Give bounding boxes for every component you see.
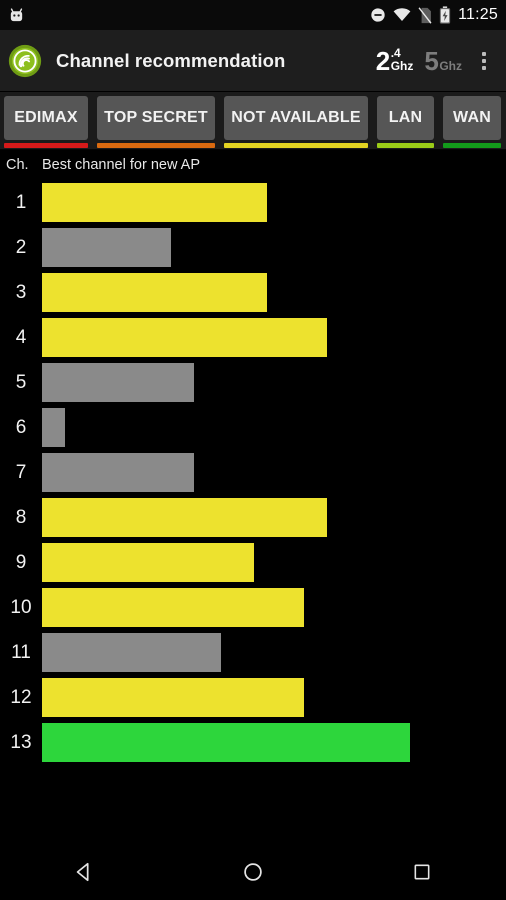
overflow-dot xyxy=(482,51,486,56)
channel-number-label: 2 xyxy=(15,236,27,258)
tab-color-underline xyxy=(377,143,434,148)
chart-title: Best channel for new AP xyxy=(42,157,200,173)
channel-quality-bar xyxy=(42,588,305,627)
channel-rows: 1 2 3 4 5 6 7 8 9 10 11 12 13 xyxy=(0,180,506,765)
status-bar-clock: 11:25 xyxy=(458,6,498,23)
no-sim-icon xyxy=(418,6,432,24)
channel-quality-bar xyxy=(42,408,65,447)
channel-row: 5 xyxy=(0,360,506,405)
tab-button[interactable]: WAN xyxy=(443,96,501,140)
channel-number-label: 1 xyxy=(15,191,27,213)
band-switch: 2 .4 Ghz 5 Ghz xyxy=(375,45,462,76)
channel-number-label: 3 xyxy=(15,281,27,303)
tab-label: TOP SECRET xyxy=(104,109,208,126)
chart-header: Ch. Best channel for new AP xyxy=(0,150,506,180)
tab-color-underline xyxy=(224,143,368,148)
overflow-dot xyxy=(482,58,486,63)
channel-quality-bar xyxy=(42,453,194,492)
tab-button[interactable]: LAN xyxy=(377,96,434,140)
channel-row: 3 xyxy=(0,270,506,315)
channel-number-label: 9 xyxy=(15,551,27,573)
wifi-icon xyxy=(393,7,411,23)
channel-quality-bar xyxy=(42,273,268,312)
channel-quality-bar xyxy=(42,678,305,717)
status-bar: 11:25 xyxy=(0,0,506,30)
home-icon[interactable] xyxy=(218,844,288,900)
tab-button[interactable]: EDIMAX xyxy=(4,96,88,140)
do-not-disturb-icon xyxy=(370,7,386,23)
channel-number-label: 12 xyxy=(10,686,32,708)
band-5ghz-button[interactable]: 5 Ghz xyxy=(424,48,462,74)
back-icon[interactable] xyxy=(49,844,119,900)
band-2-4ghz-button[interactable]: 2 .4 Ghz xyxy=(375,45,414,76)
channel-row: 2 xyxy=(0,225,506,270)
channel-row: 9 xyxy=(0,540,506,585)
channel-column-header: Ch. xyxy=(6,157,29,173)
band-5ghz-unit: Ghz xyxy=(439,59,462,74)
tab-color-underline xyxy=(4,143,88,148)
band-2-4ghz-number: 2 xyxy=(375,45,390,76)
more-vert-icon[interactable] xyxy=(478,48,490,74)
channel-row: 6 xyxy=(0,405,506,450)
channel-row: 4 xyxy=(0,315,506,360)
channel-row: 10 xyxy=(0,585,506,630)
channel-number-label: 11 xyxy=(11,641,31,663)
tab-color-underline xyxy=(97,143,215,148)
channel-quality-bar xyxy=(42,363,194,402)
channel-quality-bar xyxy=(42,633,222,672)
page-title: Channel recommendation xyxy=(56,49,286,71)
channel-number-label: 10 xyxy=(10,596,32,618)
tab-button[interactable]: NOT AVAILABLE xyxy=(224,96,368,140)
recents-icon[interactable] xyxy=(387,844,457,900)
tab-wan[interactable]: WAN xyxy=(443,96,501,148)
tab-label: LAN xyxy=(388,109,423,126)
channel-quality-bar xyxy=(42,318,328,357)
tab-lan[interactable]: LAN xyxy=(377,96,434,148)
app-bar: Channel recommendation 2 .4 Ghz 5 Ghz xyxy=(0,30,506,92)
tab-label: WAN xyxy=(453,109,491,126)
status-bar-notifications xyxy=(8,7,25,24)
channel-quality-bar xyxy=(42,723,410,762)
channel-recommendation-chart: Ch. Best channel for new AP 1 2 3 4 5 6 7 8 9 10 1… xyxy=(0,150,506,865)
channel-quality-bar xyxy=(42,498,328,537)
channel-row: 1 xyxy=(0,180,506,225)
tab-top-secret[interactable]: TOP SECRET xyxy=(97,96,215,148)
channel-quality-bar xyxy=(42,543,254,582)
channel-row: 11 xyxy=(0,630,506,675)
channel-row: 8 xyxy=(0,495,506,540)
status-bar-system-icons: 11:25 xyxy=(370,6,498,24)
network-tab-bar: EDIMAX TOP SECRET NOT AVAILABLE LAN WAN xyxy=(0,92,506,150)
battery-charging-icon xyxy=(439,6,451,24)
tab-button[interactable]: TOP SECRET xyxy=(97,96,215,140)
tab-color-underline xyxy=(443,143,501,148)
android-robot-icon xyxy=(8,7,25,24)
android-navigation-bar xyxy=(0,844,506,900)
channel-row: 13 xyxy=(0,720,506,765)
channel-number-label: 13 xyxy=(10,731,32,753)
channel-number-label: 4 xyxy=(15,326,27,348)
band-5ghz-number: 5 xyxy=(424,45,439,76)
channel-number-label: 8 xyxy=(15,506,27,528)
channel-row: 12 xyxy=(0,675,506,720)
tab-label: NOT AVAILABLE xyxy=(231,109,361,126)
channel-number-label: 6 xyxy=(15,416,27,438)
channel-row: 7 xyxy=(0,450,506,495)
channel-number-label: 5 xyxy=(15,371,27,393)
overflow-dot xyxy=(482,65,486,70)
channel-quality-bar xyxy=(42,183,268,222)
tab-not-available[interactable]: NOT AVAILABLE xyxy=(224,96,368,148)
tab-edimax[interactable]: EDIMAX xyxy=(4,96,88,148)
band-2-4ghz-unit: Ghz xyxy=(390,59,414,74)
channel-quality-bar xyxy=(42,228,171,267)
wifi-analyzer-logo-icon xyxy=(8,44,42,78)
tab-label: EDIMAX xyxy=(14,109,78,126)
channel-number-label: 7 xyxy=(15,461,27,483)
